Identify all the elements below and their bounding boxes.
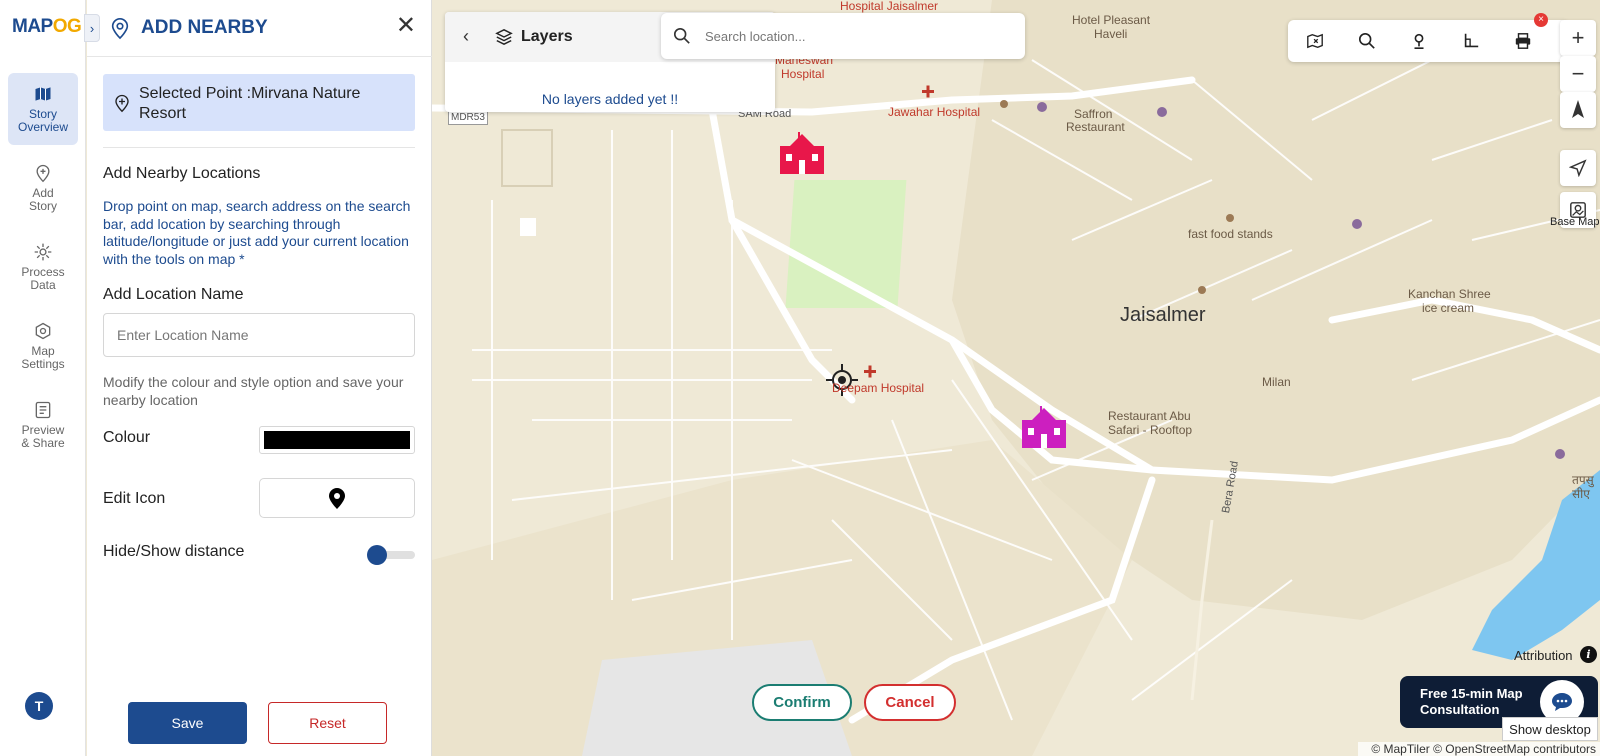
copyright-text: © MapTiler © OpenStreetMap contributors [1358,742,1600,756]
map-label: fast food stands [1188,227,1273,241]
print-icon[interactable] [1512,30,1534,52]
map-base-layer [432,0,1600,756]
consultation-text: Free 15-min Map Consultation [1420,686,1523,717]
hide-show-distance-label: Hide/Show distance [103,543,245,560]
edit-icon-label: Edit Icon [103,490,166,507]
map-label: Hospital Jaisalmer [840,0,939,13]
measure-icon[interactable] [1460,30,1482,52]
toggle-knob [367,545,387,565]
rail-item-process-data[interactable]: Process Data [8,231,78,303]
location-name-label: Add Location Name [103,286,244,303]
left-rail: MAPOG Story Overview Add Story Process D… [0,0,86,756]
show-desktop-tooltip: Show desktop [1502,717,1598,741]
modify-style-text: Modify the colour and style option and s… [103,374,404,408]
map-label: Jaisalmer [1120,304,1206,326]
map-toolbar [1288,20,1568,62]
map-label: सीए [1572,487,1590,501]
zoom-out-button[interactable]: − [1560,56,1596,92]
map-canvas[interactable]: Hospital Jaisalmer Maneswari Hospital SA… [432,0,1600,756]
map-label: ice cream [1422,301,1475,315]
colour-swatch [264,431,410,449]
rail-item-story-overview[interactable]: Story Overview [8,73,78,145]
settings-icon [35,322,51,340]
search-bar [661,13,1025,59]
rail-item-preview-share[interactable]: Preview & Share [8,389,78,461]
toolbar-close-icon[interactable]: × [1534,13,1548,27]
base-map-label: Base Map [1550,216,1600,228]
attribution-label[interactable]: Attribution [1514,648,1573,663]
close-icon[interactable]: ✕ [396,14,416,38]
map-label: Safari - Rooftop [1108,423,1193,437]
info-icon[interactable]: i [1580,646,1597,663]
layers-empty-text: No layers added yet !! [541,91,679,107]
map-label: Milan [1262,375,1291,389]
gear-icon [34,243,52,261]
user-avatar[interactable]: T [25,692,53,720]
layers-icon [495,28,513,46]
map-label: Restaurant Abu [1108,409,1191,423]
colour-label: Colour [103,429,151,446]
map-icon [35,87,51,101]
search-location-input[interactable] [705,23,1005,49]
rail-item-add-story[interactable]: Add Story [8,152,78,224]
map-pin-plus-icon [115,94,129,113]
mapog-logo[interactable]: MAPOG [12,16,82,38]
map-pin-building-icon [111,18,129,40]
panel-toggle-chevron-icon[interactable]: › [84,14,100,42]
map-label: MDR53 [448,110,488,125]
add-nearby-panel: ADD NEARBY ✕ Selected Point :Mirvana Nat… [87,0,432,756]
compass-button[interactable] [1560,92,1596,128]
map-label: Deepam Hospital [832,381,925,395]
search-icon[interactable] [1356,30,1378,52]
map-marker-icon [329,488,345,509]
divider [103,147,415,148]
instructions-text: Drop point on map, search address on the… [103,198,411,267]
map-label: Jawahar Hospital [888,105,981,119]
location-pin-icon[interactable] [1408,30,1430,52]
reset-button[interactable]: Reset [268,702,387,744]
panel-header: ADD NEARBY ✕ [87,0,432,57]
location-name-input[interactable] [103,313,415,357]
map-pin-plus-icon [36,164,50,183]
panel-title: ADD NEARBY [141,17,268,38]
preview-icon [35,401,51,419]
navigation-arrow-icon [1569,159,1587,177]
edit-icon-button[interactable] [259,478,415,518]
selected-point-banner: Selected Point :Mirvana Nature Resort [103,74,415,131]
map-label: Hotel Pleasant [1072,13,1151,27]
rail-item-map-settings[interactable]: Map Settings [8,310,78,382]
zoom-in-button[interactable]: + [1560,20,1596,56]
compass-icon [1572,100,1584,118]
add-nearby-locations-heading: Add Nearby Locations [103,165,261,182]
save-button[interactable]: Save [128,702,247,744]
confirm-button[interactable]: Confirm [752,684,852,721]
map-label: तपसु [1572,473,1594,487]
map-label: Kanchan Shree [1408,287,1491,301]
chevron-left-icon[interactable]: ‹ [463,26,469,47]
layers-title: Layers [521,28,573,45]
search-icon [673,27,690,44]
colour-picker[interactable] [259,426,415,454]
map-draw-icon[interactable] [1304,30,1326,52]
map-label: Restaurant [1066,120,1125,134]
hide-show-distance-toggle[interactable] [367,545,415,565]
geolocate-button[interactable] [1560,150,1596,186]
selected-point-text: Selected Point :Mirvana Nature Resort [139,85,361,122]
map-label: Hospital [781,67,825,81]
map-label: Haveli [1094,27,1128,41]
cancel-button[interactable]: Cancel [864,684,956,721]
